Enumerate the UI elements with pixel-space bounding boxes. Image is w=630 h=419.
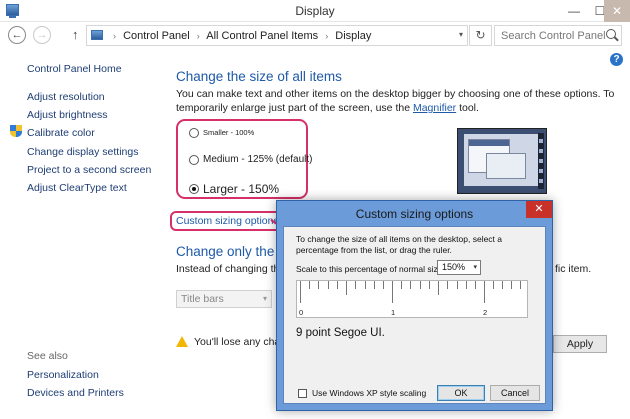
title-bar: Display — ☐ ✕ (0, 0, 630, 22)
font-preview-text: 9 point Segoe UI. (296, 327, 385, 339)
breadcrumb-display[interactable]: Display (335, 30, 371, 42)
sidebar-item-calibrate-color[interactable]: Calibrate color (27, 127, 95, 139)
option-medium-label[interactable]: Medium - 125% (default) (203, 154, 313, 165)
radio-larger[interactable] (189, 184, 199, 194)
item-select[interactable]: Title bars ▾ (176, 290, 272, 308)
radio-smaller[interactable] (189, 128, 199, 138)
page-title: Change the size of all items (176, 69, 342, 84)
xp-scaling-checkbox[interactable] (298, 389, 307, 398)
address-bar[interactable]: › Control Panel › All Control Panel Item… (86, 25, 468, 46)
refresh-icon[interactable]: ↻ (469, 25, 492, 46)
custom-sizing-dialog: Custom sizing options ✕ To change the si… (276, 200, 553, 411)
section-heading-text-only: Change only the te (176, 244, 290, 259)
sidebar-item-personalization[interactable]: Personalization (27, 369, 99, 381)
navigation-bar: ← → ↑ › Control Panel › All Control Pane… (0, 22, 630, 49)
shield-icon (10, 125, 22, 138)
breadcrumb-sep-icon: › (113, 31, 116, 41)
chevron-down-icon: ▾ (473, 264, 477, 271)
scale-select-value: 150% (442, 262, 466, 272)
magnifier-link[interactable]: Magnifier (413, 102, 456, 114)
xp-scaling-label[interactable]: Use Windows XP style scaling (312, 388, 426, 398)
breadcrumb-control-panel[interactable]: Control Panel (123, 30, 190, 42)
breadcrumb: › Control Panel › All Control Panel Item… (109, 30, 371, 42)
option-larger-label[interactable]: Larger - 150% (203, 182, 279, 196)
breadcrumb-sep-icon: › (325, 31, 329, 41)
ruler-label-0: 0 (299, 308, 304, 317)
cancel-button[interactable]: Cancel (490, 385, 540, 401)
custom-sizing-link[interactable]: Custom sizing options (170, 211, 285, 231)
intro-text: You can make text and other items on the… (176, 87, 616, 115)
warning-icon (176, 336, 188, 347)
breadcrumb-all-items[interactable]: All Control Panel Items (206, 30, 318, 42)
item-select-value: Title bars (181, 293, 224, 305)
help-icon[interactable]: ? (610, 53, 623, 66)
dialog-title: Custom sizing options (355, 207, 474, 221)
scale-percentage-select[interactable]: 150% ▾ (437, 260, 481, 275)
sidebar-item-project-second-screen[interactable]: Project to a second screen (27, 164, 151, 176)
see-also-heading: See also (27, 350, 68, 362)
sidebar-item-adjust-cleartype[interactable]: Adjust ClearType text (27, 182, 127, 194)
breadcrumb-sep-icon: › (196, 31, 200, 41)
up-arrow-icon[interactable]: ↑ (72, 27, 79, 42)
chevron-down-icon: ▾ (262, 294, 267, 303)
search-placeholder: Search Control Panel (501, 30, 606, 42)
search-input[interactable]: Search Control Panel (494, 25, 622, 46)
sidebar-item-devices-printers[interactable]: Devices and Printers (27, 387, 124, 399)
window-title: Display (295, 4, 335, 18)
address-dropdown-icon[interactable]: ▾ (459, 30, 463, 39)
sidebar-home-link[interactable]: Control Panel Home (27, 63, 122, 75)
monitor-preview-image (457, 128, 547, 194)
apply-button[interactable]: Apply (553, 335, 607, 353)
sidebar-item-change-display-settings[interactable]: Change display settings (27, 146, 139, 158)
intro-text-after: tool. (456, 102, 479, 114)
radio-medium[interactable] (189, 155, 199, 165)
ok-button[interactable]: OK (437, 385, 485, 401)
ruler-label-1: 1 (391, 308, 396, 317)
control-panel-icon (91, 30, 103, 40)
scale-label: Scale to this percentage of normal size: (296, 264, 445, 274)
ruler-label-2: 2 (483, 308, 488, 317)
dialog-close-button[interactable]: ✕ (526, 201, 552, 218)
minimize-button[interactable]: — (560, 0, 588, 22)
forward-arrow-icon[interactable]: → (33, 26, 51, 44)
search-icon[interactable] (606, 29, 616, 39)
option-smaller-label[interactable]: Smaller - 100% (203, 128, 254, 137)
dialog-body: To change the size of all items on the d… (283, 226, 546, 404)
section-text-only-desc-tail: fic item. (555, 263, 592, 275)
scaling-ruler[interactable]: 0 1 2 (296, 280, 528, 318)
close-button[interactable]: ✕ (604, 0, 630, 22)
sidebar-item-adjust-resolution[interactable]: Adjust resolution (27, 91, 105, 103)
sidebar-item-adjust-brightness[interactable]: Adjust brightness (27, 109, 108, 121)
intro-text-before: You can make text and other items on the… (176, 88, 615, 114)
back-arrow-icon[interactable]: ← (8, 26, 26, 44)
dialog-description: To change the size of all items on the d… (296, 234, 503, 255)
